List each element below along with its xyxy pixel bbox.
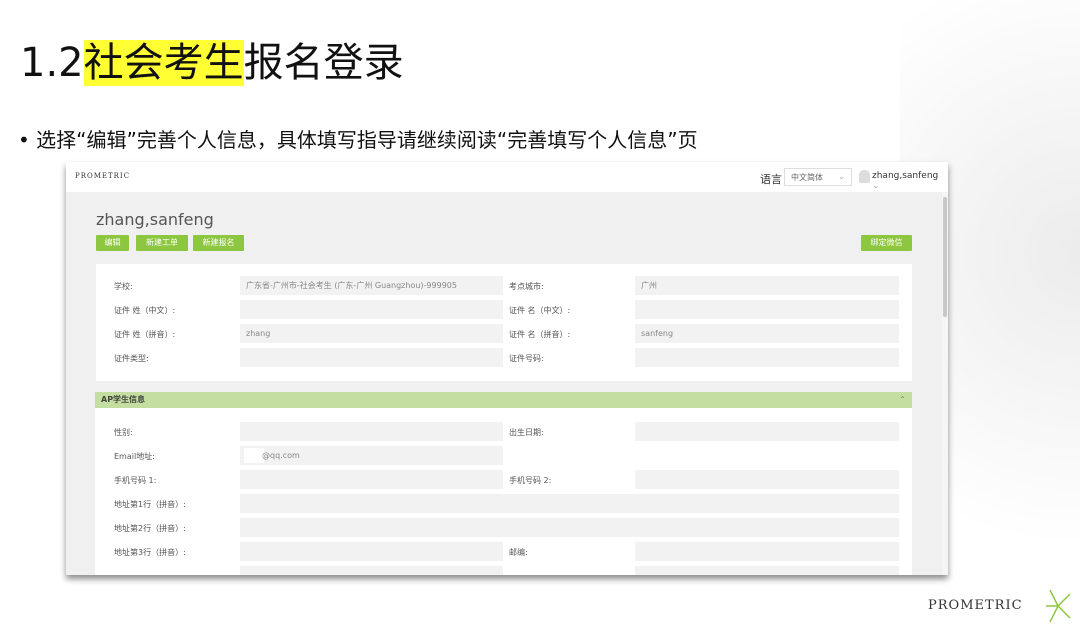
id-number-field[interactable] [635, 348, 899, 367]
new-ticket-button[interactable]: 新建工单 [136, 235, 188, 251]
surname-py-label: 证件 姓（拼音）: [114, 330, 176, 339]
school-label: 学校: [114, 282, 133, 291]
next-field[interactable] [240, 566, 503, 575]
scrollbar-thumb[interactable] [943, 197, 947, 317]
surname-cn-label: 证件 姓（中文）: [114, 306, 176, 315]
given-cn-field[interactable] [635, 300, 899, 319]
zip-field[interactable] [635, 542, 899, 561]
redaction-box [244, 448, 264, 463]
chevron-down-icon: ⌄ [872, 181, 880, 191]
instruction-bullet: • 选择“编辑”完善个人信息，具体填写指导请继续阅读“完善填写个人信息”页 [18, 128, 698, 152]
given-py-label: 证件 名（拼音）: [509, 330, 571, 339]
city-label: 考点城市: [509, 282, 544, 291]
email-field[interactable]: @qq.com [240, 446, 503, 465]
address2-field[interactable] [240, 518, 899, 537]
user-menu[interactable]: zhang,sanfeng ⌄ [872, 171, 948, 191]
email-label: Email地址: [114, 452, 155, 461]
school-field[interactable]: 广东省-广州市-社会考生 (广东-广州 Guangzhou)-999905 [240, 276, 503, 295]
ap-section-header[interactable]: AP学生信息 ⌃ [95, 392, 912, 408]
given-cn-label: 证件 名（中文）: [509, 306, 571, 315]
id-type-field[interactable] [240, 348, 503, 367]
user-name: zhang,sanfeng [872, 171, 939, 181]
phone1-label: 手机号码 1: [114, 476, 157, 485]
language-value: 中文简体 [791, 173, 823, 182]
profile-name: zhang,sanfeng [96, 210, 214, 229]
address3-label: 地址第3行（拼音）: [114, 548, 186, 557]
phone2-label: 手机号码 2: [509, 476, 552, 485]
title-prefix: 1.2 [20, 40, 84, 86]
avatar[interactable] [859, 170, 870, 183]
new-registration-button[interactable]: 新建报名 [193, 235, 244, 251]
address3-field[interactable] [240, 542, 503, 561]
language-label: 语言 [760, 173, 782, 186]
address1-label: 地址第1行（拼音）: [114, 500, 186, 509]
email-value: @qq.com [262, 451, 300, 460]
app-screenshot: PROMETRIC 语言 中文简体 ⌄ zhang,sanfeng ⌄ zhang… [66, 162, 948, 575]
gender-label: 性别: [114, 428, 133, 437]
dob-label: 出生日期: [509, 428, 544, 437]
edit-button[interactable]: 编辑 [96, 235, 129, 251]
gender-field[interactable] [240, 422, 503, 441]
surname-cn-field[interactable] [240, 300, 503, 319]
chevron-down-icon: ⌄ [838, 172, 845, 181]
app-logo[interactable]: PROMETRIC [75, 172, 130, 180]
phone2-field[interactable] [635, 470, 899, 489]
prometric-starburst-icon [1046, 589, 1071, 623]
dob-field[interactable] [635, 422, 899, 441]
address1-field[interactable] [240, 494, 899, 513]
footer-logo: PROMETRIC [928, 598, 1023, 613]
zip-label: 邮编: [509, 548, 528, 557]
id-number-label: 证件号码: [509, 354, 544, 363]
slide-title: 1.2社会考生报名登录 [20, 30, 404, 88]
surname-py-field[interactable]: zhang [240, 324, 503, 343]
address2-label: 地址第2行（拼音）: [114, 524, 186, 533]
title-highlight: 社会考生 [83, 40, 244, 86]
ap-section-title: AP学生信息 [101, 395, 146, 404]
title-suffix: 报名登录 [243, 40, 404, 86]
id-type-label: 证件类型: [114, 354, 149, 363]
phone1-field[interactable] [240, 470, 503, 489]
chevron-up-icon[interactable]: ⌃ [899, 392, 906, 408]
language-select[interactable]: 中文简体 ⌄ [784, 168, 852, 186]
city-field[interactable]: 广州 [635, 276, 899, 295]
given-py-field[interactable]: sanfeng [635, 324, 899, 343]
next-field[interactable] [635, 566, 899, 575]
bind-wechat-button[interactable]: 绑定微信 [861, 235, 912, 251]
